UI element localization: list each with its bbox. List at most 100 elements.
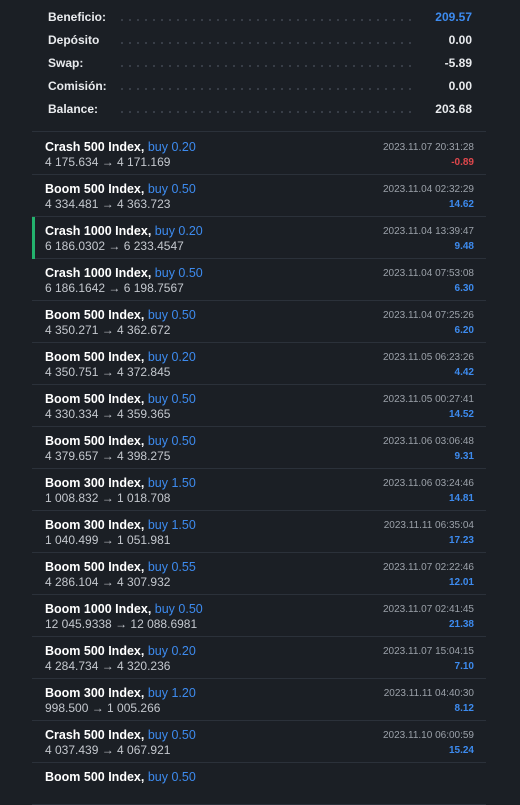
- deal-symbol: Boom 500 Index,: [45, 644, 145, 658]
- deal-symbol: Boom 500 Index,: [45, 770, 145, 784]
- deal-prices: 4 350.271 → 4 362.672: [45, 323, 171, 337]
- deal-prices: 4 284.734 → 4 320.236: [45, 659, 171, 673]
- deal-title: Crash 1000 Index, buy 0.20: [45, 224, 203, 238]
- summary-label: Beneficio:: [48, 10, 107, 24]
- deal-prices: 4 330.334 → 4 359.365: [45, 407, 171, 421]
- deal-title: Boom 500 Index, buy 0.50: [45, 182, 196, 196]
- deal-profit: 6.20: [454, 325, 474, 336]
- dotted-leader: [118, 19, 414, 21]
- deal-title: Boom 500 Index, buy 0.50: [45, 392, 196, 406]
- deal-row[interactable]: Boom 500 Index, buy 0.50: [32, 763, 486, 805]
- summary-label: Balance:: [48, 102, 99, 116]
- deal-row[interactable]: Boom 300 Index, buy 1.50 1 008.832 → 1 01…: [32, 469, 486, 511]
- deal-row[interactable]: Boom 300 Index, buy 1.20 998.500 → 1 005.…: [32, 679, 486, 721]
- deal-time: 2023.11.06 03:24:46: [382, 478, 474, 489]
- deal-prices: 1 008.832 → 1 018.708: [45, 491, 171, 505]
- deal-prices: 4 350.751 → 4 372.845: [45, 365, 171, 379]
- deal-row[interactable]: Boom 300 Index, buy 1.50 1 040.499 → 1 05…: [32, 511, 486, 553]
- deal-title: Boom 500 Index, buy 0.50: [45, 770, 196, 784]
- summary-value: 0.00: [448, 79, 472, 93]
- deal-title: Boom 500 Index, buy 0.55: [45, 560, 196, 574]
- deal-time: 2023.11.04 02:32:29: [382, 184, 474, 195]
- deal-row[interactable]: Crash 1000 Index, buy 0.20 6 186.0302 → 6…: [32, 217, 486, 259]
- deal-prices: 4 175.634 → 4 171.169: [45, 155, 171, 169]
- summary-row: Swap: -5.89: [48, 56, 472, 76]
- deal-symbol: Boom 300 Index,: [45, 686, 145, 700]
- deal-prices: 4 037.439 → 4 067.921: [45, 743, 171, 757]
- deal-side: buy 0.50: [147, 308, 196, 322]
- deal-side: buy 0.50: [147, 434, 196, 448]
- summary-row: Comisión: 0.00: [48, 79, 472, 99]
- deal-profit: 8.12: [454, 703, 474, 714]
- deal-symbol: Crash 500 Index,: [45, 140, 145, 154]
- deal-side: buy 0.50: [147, 728, 196, 742]
- deal-row[interactable]: Boom 500 Index, buy 0.55 4 286.104 → 4 30…: [32, 553, 486, 595]
- deal-title: Boom 500 Index, buy 0.20: [45, 644, 196, 658]
- deal-time: 2023.11.11 06:35:04: [383, 520, 474, 531]
- deal-row[interactable]: Boom 500 Index, buy 0.50 4 350.271 → 4 36…: [32, 301, 486, 343]
- deal-side: buy 1.50: [147, 518, 196, 532]
- deal-prices: 6 186.1642 → 6 198.7567: [45, 281, 184, 295]
- deal-profit: 21.38: [448, 619, 474, 630]
- deal-time: 2023.11.07 02:22:46: [382, 562, 474, 573]
- deal-row[interactable]: Crash 500 Index, buy 0.20 4 175.634 → 4 1…: [32, 133, 486, 175]
- deal-row[interactable]: Crash 500 Index, buy 0.50 4 037.439 → 4 0…: [32, 721, 486, 763]
- deal-symbol: Boom 500 Index,: [45, 308, 145, 322]
- dotted-leader: [118, 111, 414, 113]
- deal-row[interactable]: Boom 1000 Index, buy 0.50 12 045.9338 → 1…: [32, 595, 486, 637]
- deal-profit: 17.23: [448, 535, 474, 546]
- deal-time: 2023.11.05 00:27:41: [382, 394, 474, 405]
- deal-prices: 998.500 → 1 005.266: [45, 701, 161, 715]
- dotted-leader: [118, 42, 414, 44]
- deal-symbol: Boom 300 Index,: [45, 518, 145, 532]
- deal-title: Boom 300 Index, buy 1.50: [45, 518, 196, 532]
- deal-time: 2023.11.07 02:41:45: [382, 604, 474, 615]
- deal-side: buy 0.50: [147, 770, 196, 784]
- dotted-leader: [118, 65, 414, 67]
- deal-side: buy 0.20: [147, 644, 196, 658]
- deal-prices: 12 045.9338 → 12 088.6981: [45, 617, 198, 631]
- deal-row[interactable]: Boom 500 Index, buy 0.20 4 350.751 → 4 37…: [32, 343, 486, 385]
- deal-title: Boom 500 Index, buy 0.20: [45, 350, 196, 364]
- summary-label: Comisión:: [48, 79, 107, 93]
- deal-title: Crash 1000 Index, buy 0.50: [45, 266, 203, 280]
- deal-profit: 4.42: [454, 367, 474, 378]
- deal-title: Boom 300 Index, buy 1.20: [45, 686, 196, 700]
- deal-time: 2023.11.05 06:23:26: [382, 352, 474, 363]
- deal-title: Boom 1000 Index, buy 0.50: [45, 602, 203, 616]
- deal-prices: 1 040.499 → 1 051.981: [45, 533, 171, 547]
- deal-row[interactable]: Boom 500 Index, buy 0.50 4 334.481 → 4 36…: [32, 175, 486, 217]
- deal-time: 2023.11.10 06:00:59: [382, 730, 474, 741]
- summary-row: Balance: 203.68: [48, 102, 472, 122]
- deal-profit: 12.01: [448, 577, 474, 588]
- deal-time: 2023.11.07 15:04:15: [382, 646, 474, 657]
- deal-symbol: Boom 500 Index,: [45, 434, 145, 448]
- deal-title: Boom 300 Index, buy 1.50: [45, 476, 196, 490]
- summary-label: Depósito: [48, 33, 100, 47]
- deal-profit: 14.81: [448, 493, 474, 504]
- deal-side: buy 1.20: [147, 686, 196, 700]
- deal-row[interactable]: Crash 1000 Index, buy 0.50 6 186.1642 → 6…: [32, 259, 486, 301]
- deal-side: buy 0.20: [147, 140, 196, 154]
- deal-symbol: Crash 500 Index,: [45, 728, 145, 742]
- deal-title: Crash 500 Index, buy 0.50: [45, 728, 196, 742]
- summary-row: Depósito 0.00: [48, 33, 472, 53]
- deal-row[interactable]: Boom 500 Index, buy 0.20 4 284.734 → 4 32…: [32, 637, 486, 679]
- summary-label: Swap:: [48, 56, 84, 70]
- deal-row[interactable]: Boom 500 Index, buy 0.50 4 330.334 → 4 35…: [32, 385, 486, 427]
- deal-prices: 4 286.104 → 4 307.932: [45, 575, 171, 589]
- deal-prices: 4 379.657 → 4 398.275: [45, 449, 171, 463]
- deal-profit: 14.62: [448, 199, 474, 210]
- deal-symbol: Boom 500 Index,: [45, 392, 145, 406]
- deal-time: 2023.11.04 07:53:08: [382, 268, 474, 279]
- deal-prices: 4 334.481 → 4 363.723: [45, 197, 171, 211]
- deal-title: Boom 500 Index, buy 0.50: [45, 308, 196, 322]
- deal-time: 2023.11.07 20:31:28: [382, 142, 474, 153]
- deal-row[interactable]: Boom 500 Index, buy 0.50 4 379.657 → 4 39…: [32, 427, 486, 469]
- deal-side: buy 0.55: [147, 560, 196, 574]
- deal-side: buy 0.20: [147, 350, 196, 364]
- deal-symbol: Boom 500 Index,: [45, 560, 145, 574]
- summary-value: 203.68: [435, 102, 472, 116]
- deal-title: Crash 500 Index, buy 0.20: [45, 140, 196, 154]
- deal-side: buy 0.50: [154, 602, 203, 616]
